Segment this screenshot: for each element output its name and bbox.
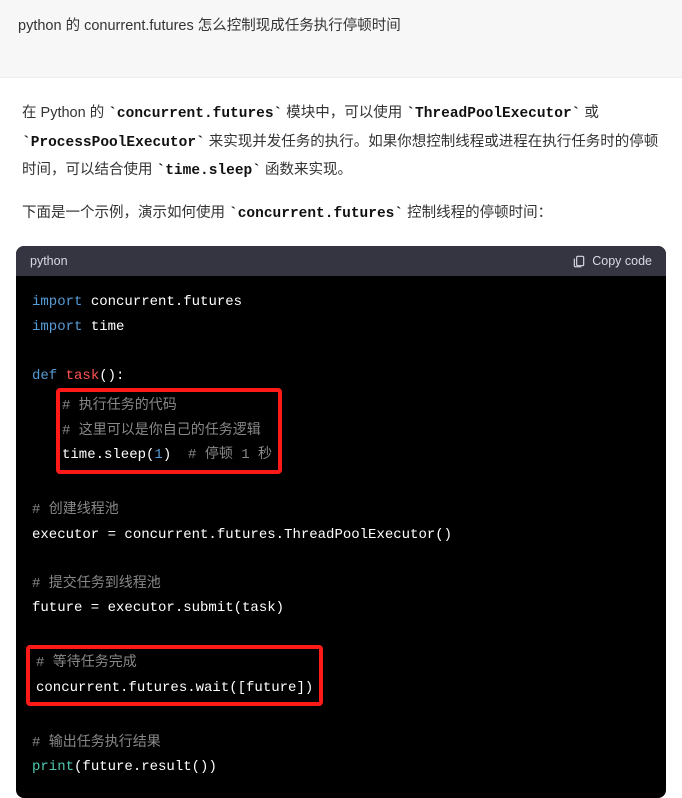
code-body[interactable]: import concurrent.futures import time de… bbox=[16, 276, 666, 798]
text: 函数来实现。 bbox=[261, 162, 352, 178]
inline-code: `ProcessPoolExecutor` bbox=[22, 135, 205, 151]
code-line: import time bbox=[32, 315, 650, 340]
tok: task bbox=[66, 368, 100, 384]
highlight-box-2: # 等待任务完成 concurrent.futures.wait([future… bbox=[26, 645, 323, 706]
code-line: concurrent.futures.wait([future]) bbox=[36, 676, 313, 701]
code-line: # 等待任务完成 bbox=[36, 651, 313, 676]
code-line: import concurrent.futures bbox=[32, 290, 650, 315]
kw: import bbox=[32, 319, 82, 335]
inline-code: `concurrent.futures` bbox=[108, 106, 282, 122]
kw: import bbox=[32, 294, 82, 310]
tok: : bbox=[116, 368, 124, 384]
code-line: # 这里可以是你自己的任务逻辑 bbox=[62, 419, 272, 444]
tok: 1 bbox=[154, 447, 162, 463]
question-text: python 的 conurrent.futures 怎么控制现成任务执行停顿时… bbox=[18, 18, 401, 34]
code-line: future = executor.submit(task) bbox=[32, 596, 650, 621]
text: 模块中，可以使用 bbox=[282, 105, 406, 121]
tok: (future.result()) bbox=[74, 759, 217, 775]
user-question: python 的 conurrent.futures 怎么控制现成任务执行停顿时… bbox=[0, 0, 682, 78]
tok: () bbox=[99, 368, 116, 384]
cmt: # 提交任务到线程池 bbox=[32, 576, 161, 592]
code-block: python Copy code import concurrent.futur… bbox=[16, 246, 666, 798]
cmt: # 输出任务执行结果 bbox=[32, 735, 161, 751]
tok: concurrent.futures.wait([future]) bbox=[36, 680, 313, 696]
text: 下面是一个示例，演示如何使用 bbox=[22, 205, 229, 221]
tok: print bbox=[32, 759, 74, 775]
code-line: # 创建线程池 bbox=[32, 498, 650, 523]
cmt: # 这里可以是你自己的任务逻辑 bbox=[62, 423, 261, 439]
code-line bbox=[32, 547, 650, 572]
tok: concurrent.futures bbox=[91, 294, 242, 310]
code-line: # 提交任务到线程池 bbox=[32, 572, 650, 597]
text: 或 bbox=[580, 105, 599, 121]
tok: time bbox=[91, 319, 125, 335]
tok: ) bbox=[163, 447, 188, 463]
tok: time.sleep( bbox=[62, 447, 154, 463]
cmt: # 执行任务的代码 bbox=[62, 398, 177, 414]
cmt: # 等待任务完成 bbox=[36, 655, 137, 671]
answer-para-1: 在 Python 的 `concurrent.futures` 模块中，可以使用… bbox=[22, 100, 660, 186]
inline-code: `ThreadPoolExecutor` bbox=[406, 106, 580, 122]
code-line bbox=[32, 474, 650, 499]
code-line: time.sleep(1) # 停顿 1 秒 bbox=[62, 443, 272, 468]
inline-code: `time.sleep` bbox=[157, 163, 261, 179]
code-lang-label: python bbox=[30, 254, 68, 268]
kw: def bbox=[32, 368, 57, 384]
copy-code-label: Copy code bbox=[592, 254, 652, 268]
answer-para-2: 下面是一个示例，演示如何使用 `concurrent.futures` 控制线程… bbox=[22, 200, 660, 229]
text: 控制线程的停顿时间： bbox=[403, 205, 552, 221]
code-line bbox=[32, 339, 650, 364]
highlight-box-1: # 执行任务的代码 # 这里可以是你自己的任务逻辑 time.sleep(1) … bbox=[56, 388, 282, 474]
assistant-answer: 在 Python 的 `concurrent.futures` 模块中，可以使用… bbox=[0, 78, 682, 240]
cmt: # 停顿 1 秒 bbox=[188, 447, 272, 463]
code-line: executor = concurrent.futures.ThreadPool… bbox=[32, 523, 650, 548]
code-line: def task(): bbox=[32, 364, 650, 389]
code-line: # 执行任务的代码 bbox=[62, 394, 272, 419]
copy-code-button[interactable]: Copy code bbox=[572, 254, 652, 268]
code-line bbox=[32, 621, 650, 646]
clipboard-icon bbox=[572, 254, 586, 268]
tok: future = executor.submit(task) bbox=[32, 600, 284, 616]
tok: executor = concurrent.futures.ThreadPool… bbox=[32, 527, 452, 543]
text: 在 Python 的 bbox=[22, 105, 108, 121]
code-line: print(future.result()) bbox=[32, 755, 650, 780]
cmt: # 创建线程池 bbox=[32, 502, 119, 518]
code-line: # 输出任务执行结果 bbox=[32, 731, 650, 756]
code-header: python Copy code bbox=[16, 246, 666, 276]
inline-code: `concurrent.futures` bbox=[229, 206, 403, 222]
code-line bbox=[32, 706, 650, 731]
